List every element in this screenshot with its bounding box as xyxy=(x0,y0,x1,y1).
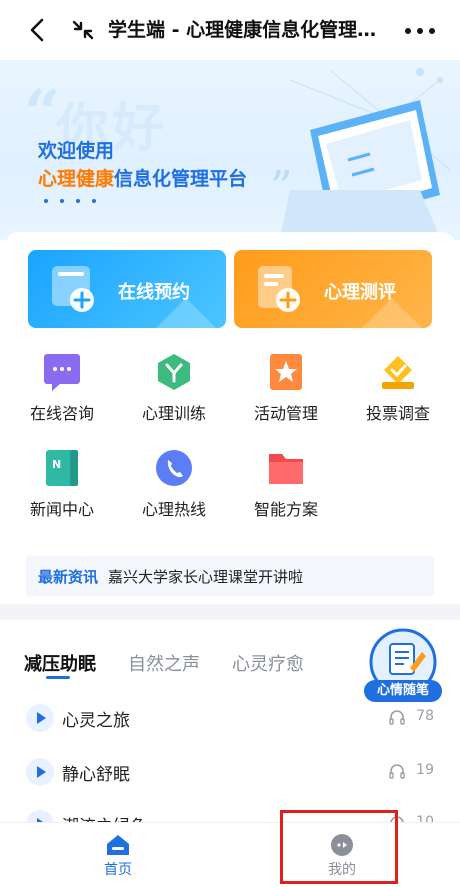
headphones-icon xyxy=(389,710,405,725)
tab-nature-sounds[interactable]: 自然之声 xyxy=(128,650,200,676)
svg-text:”: ” xyxy=(270,162,293,213)
play-icon[interactable] xyxy=(26,704,54,732)
welcome-banner[interactable]: “ 你好 欢迎使用 心理健康信息化管理平台 ” xyxy=(0,60,460,240)
screen-illustration-icon: ” xyxy=(270,68,451,238)
grid-label: 心理热线 xyxy=(141,500,206,519)
news-ticker[interactable]: 最新资讯 嘉兴大学家长心理课堂开讲啦 xyxy=(26,556,434,596)
news-book-icon: N xyxy=(46,450,78,486)
banner-dots xyxy=(44,188,108,207)
active-tab-indicator xyxy=(46,676,70,679)
grid-item-psych-hotline[interactable]: 心理热线 xyxy=(124,448,224,528)
section-divider xyxy=(0,604,460,620)
play-count: 78 xyxy=(416,708,434,724)
play-icon[interactable] xyxy=(26,758,54,786)
grid-item-vote-survey[interactable]: 投票调查 xyxy=(348,352,448,432)
title-bar: 学生端 - 心理健康信息化管理… xyxy=(0,0,460,60)
platform-highlight: 心理健康 xyxy=(38,168,115,190)
list-item[interactable]: 静心舒眠 19 xyxy=(20,754,440,788)
grid-item-online-consult[interactable]: 在线咨询 xyxy=(12,352,112,432)
banner-platform-title: 心理健康信息化管理平台 xyxy=(38,164,247,191)
feature-card: 在线预约 心理测评 在线咨询 心理训练 活动管理 投票调查 N 新闻中心 心理热… xyxy=(6,232,454,600)
page-title: 学生端 - 心理健康信息化管理… xyxy=(108,19,377,41)
grid-label: 智能方案 xyxy=(253,500,318,519)
more-dots-icon[interactable] xyxy=(400,14,440,46)
track-name: 心灵之旅 xyxy=(62,711,130,731)
tab-soul-healing[interactable]: 心灵疗愈 xyxy=(232,650,304,676)
banner-welcome: 欢迎使用 xyxy=(38,140,115,162)
mood-journal-label[interactable]: 心情随笔 xyxy=(364,680,442,702)
nav-home[interactable]: 首页 xyxy=(58,823,178,887)
list-item[interactable]: 心灵之旅 78 xyxy=(20,700,440,734)
news-headline[interactable]: 嘉兴大学家长心理课堂开讲啦 xyxy=(108,566,303,587)
grid-label: 新闻中心 xyxy=(29,500,94,519)
grid-label: 心理训练 xyxy=(141,404,206,423)
chevron-left-icon[interactable] xyxy=(24,14,54,46)
grid-item-smart-plan[interactable]: 智能方案 xyxy=(236,448,336,528)
grid-label: 活动管理 xyxy=(253,404,318,423)
svg-text:N: N xyxy=(52,458,61,471)
grid-label: 在线咨询 xyxy=(29,404,94,423)
track-name: 静心舒眠 xyxy=(62,765,130,785)
collapse-arrows-icon[interactable] xyxy=(68,14,98,46)
online-booking-button[interactable]: 在线预约 xyxy=(28,250,226,328)
training-hexagon-icon xyxy=(158,354,190,390)
grid-item-activity-mgmt[interactable]: 活动管理 xyxy=(236,352,336,432)
activity-star-icon xyxy=(270,354,302,390)
play-count: 19 xyxy=(416,762,434,778)
evaluation-icon xyxy=(258,266,300,312)
platform-rest: 信息化管理平台 xyxy=(114,168,248,190)
highlight-box xyxy=(280,810,398,884)
phone-icon xyxy=(156,450,192,486)
nav-home-label: 首页 xyxy=(104,862,132,878)
folder-icon xyxy=(269,454,303,484)
chat-bubble-icon xyxy=(44,354,80,391)
vote-ballot-icon xyxy=(382,356,414,389)
psych-evaluation-button[interactable]: 心理测评 xyxy=(234,250,432,328)
booking-icon xyxy=(52,266,94,312)
home-icon xyxy=(107,835,129,855)
grid-item-news-center[interactable]: N 新闻中心 xyxy=(12,448,112,528)
news-tag: 最新资讯 xyxy=(38,567,99,586)
grid-label: 投票调查 xyxy=(365,404,430,423)
tab-stress-sleep[interactable]: 减压助眠 xyxy=(24,650,96,676)
headphones-icon xyxy=(389,764,405,779)
grid-item-psych-training[interactable]: 心理训练 xyxy=(124,352,224,432)
